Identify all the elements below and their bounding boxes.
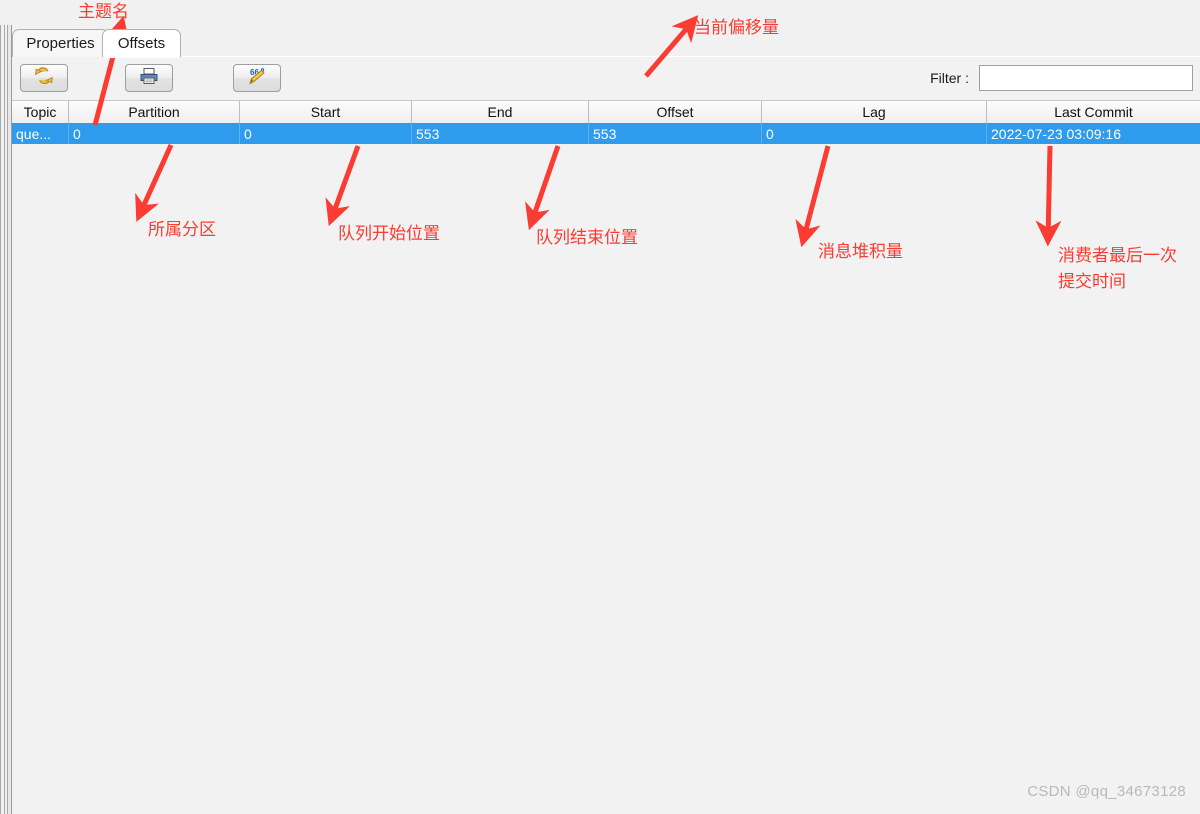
cell-start[interactable]: 0 [240, 123, 412, 144]
filter-group: Filter : [930, 63, 1193, 93]
tab-properties-label: Properties [26, 35, 95, 52]
edit-offset-button[interactable]: 66 [233, 64, 281, 92]
cell-end[interactable]: 553 [412, 123, 589, 144]
tab-properties[interactable]: Properties [12, 29, 109, 57]
offsets-table: Topic Partition Start End Offset Lag Last Comm… [12, 101, 1200, 814]
cell-last_commit[interactable]: 2022-07-23 03:09:16 [987, 123, 1200, 144]
column-header-last_commit[interactable]: Last Commit [987, 101, 1200, 123]
offsets-toolbar: 66 Filter : [12, 57, 1200, 101]
refresh-icon [33, 66, 55, 91]
offsets-panel: 66 Filter : Topic Partition Start End Offset… [12, 56, 1200, 814]
edit-offset-icon: 66 [245, 66, 269, 91]
print-button[interactable] [125, 64, 173, 92]
cell-partition[interactable]: 0 [69, 123, 240, 144]
tab-offsets[interactable]: Offsets [102, 29, 181, 58]
column-header-topic[interactable]: Topic [12, 101, 69, 123]
cell-offset[interactable]: 553 [589, 123, 762, 144]
printer-icon [138, 66, 160, 91]
cell-topic[interactable]: que... [12, 123, 69, 144]
table-row[interactable]: que... 0 0 553 553 0 2022-07-23 03:09:16 [12, 123, 1200, 144]
column-header-partition[interactable]: Partition [69, 101, 240, 123]
column-header-lag[interactable]: Lag [762, 101, 987, 123]
filter-label: Filter : [930, 70, 969, 86]
tab-strip: Properties Offsets [12, 25, 1200, 58]
csdn-watermark: CSDN @qq_34673128 [1027, 783, 1186, 800]
column-header-offset[interactable]: Offset [589, 101, 762, 123]
refresh-button[interactable] [20, 64, 68, 92]
cell-lag[interactable]: 0 [762, 123, 987, 144]
tab-offsets-label: Offsets [117, 35, 166, 52]
left-splitter-rail-inner[interactable] [7, 25, 8, 814]
column-header-end[interactable]: End [412, 101, 589, 123]
filter-input[interactable] [979, 65, 1193, 91]
annotation-topic-name: 主题名 [78, 2, 129, 22]
window-left-border [0, 25, 1, 814]
table-empty-area [12, 144, 1200, 814]
kafka-tool-offsets-window: Properties Offsets 66 Filter: Topic Par… [0, 25, 1200, 814]
table-header-row: Topic Partition Start End Offset Lag Last Comm… [12, 101, 1200, 123]
left-splitter-rail-outer[interactable] [4, 25, 5, 814]
column-header-start[interactable]: Start [240, 101, 412, 123]
